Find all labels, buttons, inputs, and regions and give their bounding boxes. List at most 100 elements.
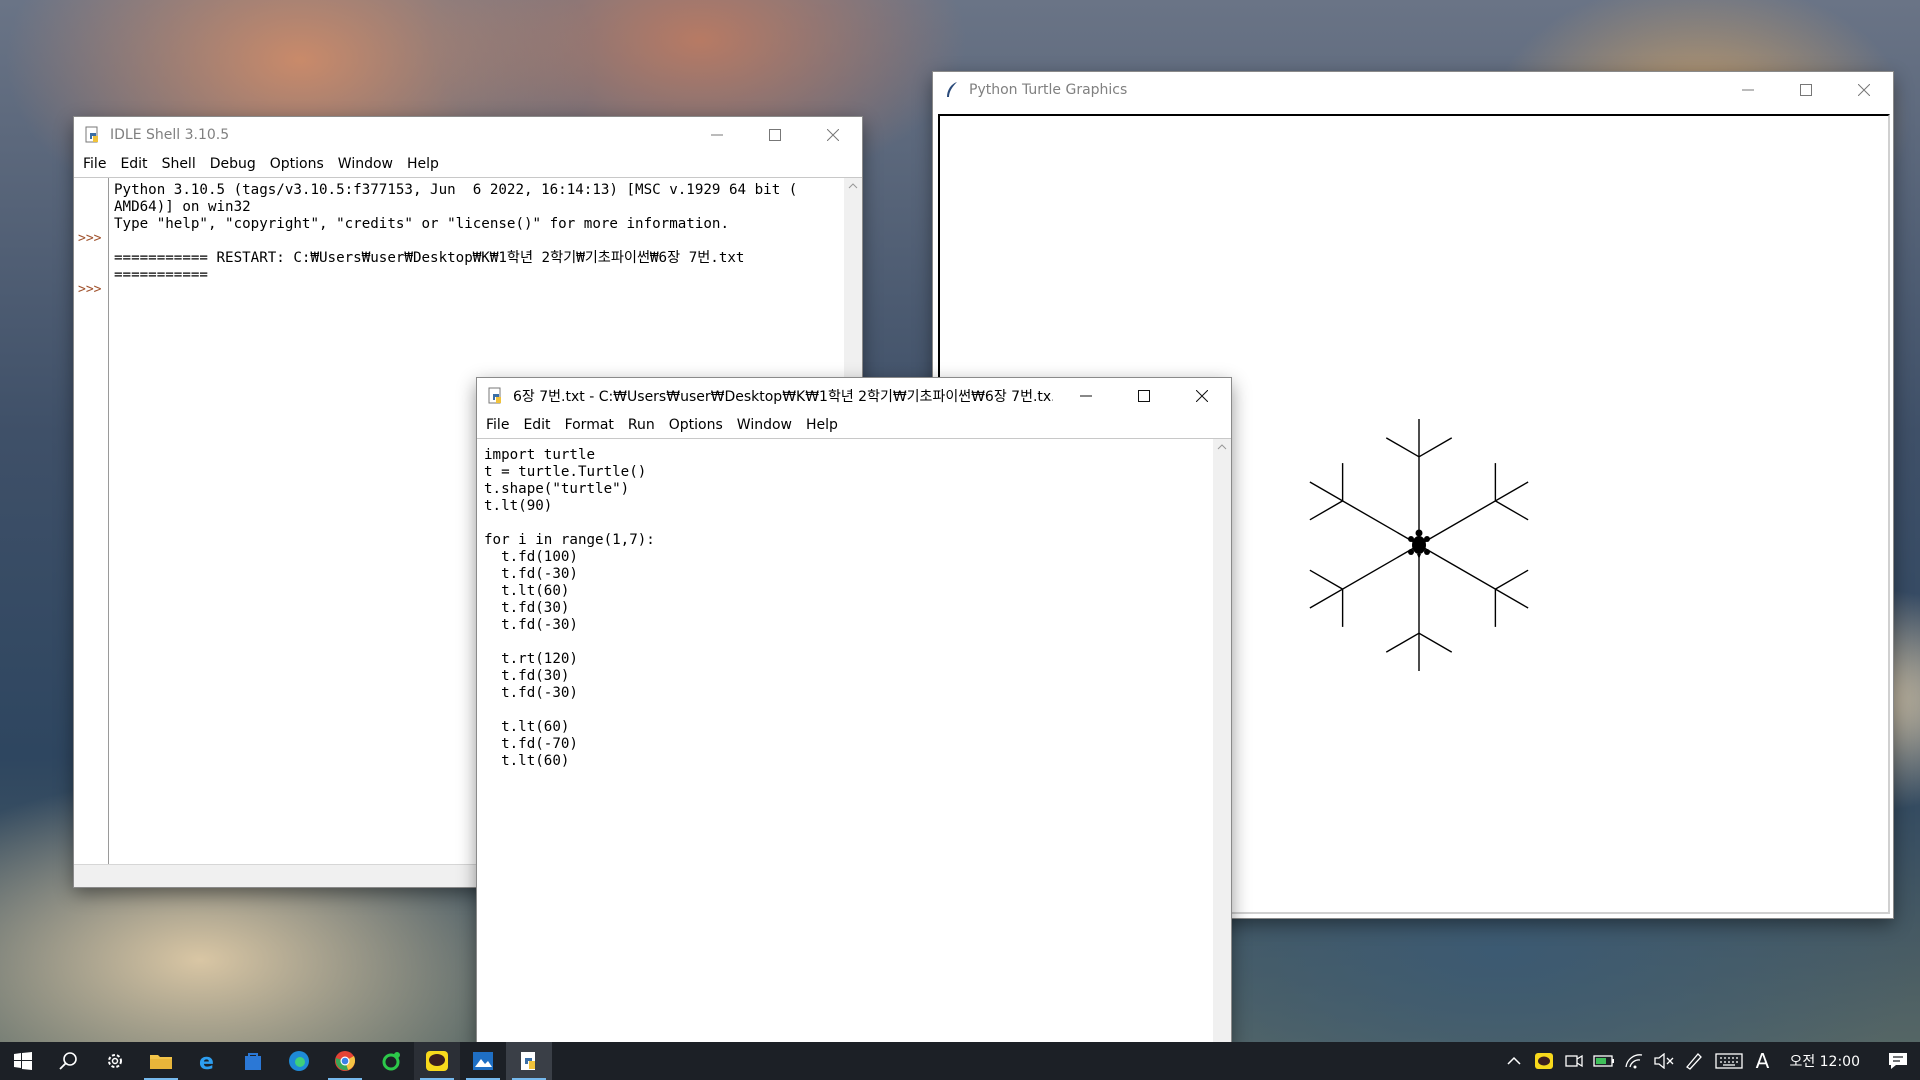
action-center-button[interactable]	[1876, 1042, 1920, 1080]
ime-mode[interactable]: A	[1749, 1042, 1775, 1080]
tray-battery[interactable]	[1589, 1042, 1619, 1080]
taskbar-file-explorer[interactable]	[138, 1042, 184, 1080]
shell-output[interactable]: Python 3.10.5 (tags/v3.10.5:f377153, Jun…	[114, 182, 842, 284]
menu-file[interactable]: File	[479, 417, 516, 433]
shell-line: AMD64)] on win32	[114, 199, 251, 215]
taskbar-edge[interactable]	[276, 1042, 322, 1080]
code-line: t.fd(-30)	[484, 566, 578, 582]
menu-edit[interactable]: Edit	[516, 417, 557, 433]
chrome-icon	[335, 1051, 356, 1071]
tray-network[interactable]	[1619, 1042, 1649, 1080]
code-line: for i in range(1,7):	[484, 532, 655, 548]
close-icon	[1196, 390, 1208, 402]
feather-icon	[947, 82, 957, 97]
edge-icon	[289, 1051, 309, 1071]
code-line: t.lt(60)	[484, 753, 570, 769]
menu-options[interactable]: Options	[662, 417, 730, 433]
taskbar-line-app[interactable]	[368, 1042, 414, 1080]
taskbar-photos[interactable]	[460, 1042, 506, 1080]
search-button[interactable]	[46, 1042, 92, 1080]
minimize-button[interactable]	[688, 117, 746, 153]
idle-shell-titlebar[interactable]: IDLE Shell 3.10.5	[74, 117, 862, 153]
menu-help[interactable]: Help	[400, 156, 446, 172]
maximize-button[interactable]	[1115, 378, 1173, 414]
snowflake-branch	[1385, 632, 1420, 653]
snowflake-arm	[1309, 481, 1420, 546]
taskbar-idle[interactable]	[506, 1042, 552, 1080]
taskbar-store[interactable]	[230, 1042, 276, 1080]
menu-help[interactable]: Help	[799, 417, 845, 433]
svg-text:e: e	[199, 1050, 214, 1072]
idle-shell-title: IDLE Shell 3.10.5	[110, 127, 230, 143]
maximize-button[interactable]	[1777, 72, 1835, 108]
editor-scrollbar[interactable]	[1213, 439, 1231, 1048]
minimize-icon	[1742, 89, 1754, 91]
scroll-up-icon[interactable]	[1213, 439, 1231, 455]
show-hidden-icons-button[interactable]	[1499, 1042, 1529, 1080]
kakaotalk-tray-icon	[1535, 1053, 1554, 1069]
editor-titlebar[interactable]: 6장 7번.txt - C:₩Users₩user₩Desktop₩K₩1학년 …	[477, 378, 1231, 414]
shell-line: Python 3.10.5 (tags/v3.10.5:f377153, Jun…	[114, 182, 798, 198]
code-line: t.fd(30)	[484, 600, 570, 616]
maximize-button[interactable]	[746, 117, 804, 153]
snowflake-branch	[1495, 569, 1529, 590]
menu-debug[interactable]: Debug	[203, 156, 263, 172]
menu-shell[interactable]: Shell	[155, 156, 203, 172]
code-line: t.fd(100)	[484, 549, 578, 565]
editor-text-area[interactable]: import turtle t = turtle.Turtle() t.shape(…	[477, 438, 1231, 1048]
idle-shell-menubar: File Edit Shell Debug Options Window Hel…	[74, 153, 862, 175]
tray-kakaotalk[interactable]	[1529, 1042, 1559, 1080]
tray-volume[interactable]	[1649, 1042, 1679, 1080]
tray-touch-keyboard[interactable]	[1709, 1042, 1749, 1080]
maximize-icon	[1800, 84, 1812, 96]
code-line: t.fd(-30)	[484, 617, 578, 633]
editor-code[interactable]: import turtle t = turtle.Turtle() t.shape(…	[484, 447, 655, 770]
tray-meet[interactable]	[1559, 1042, 1589, 1080]
snowflake-branch	[1309, 569, 1343, 590]
close-icon	[827, 129, 839, 141]
clock[interactable]: 오전 12:00	[1775, 1051, 1876, 1071]
prompt: >>>	[78, 282, 102, 297]
start-button[interactable]	[0, 1042, 46, 1080]
menu-file[interactable]: File	[76, 156, 113, 172]
snowflake-drawing	[1309, 419, 1529, 671]
menu-edit[interactable]: Edit	[113, 156, 154, 172]
chevron-up-icon	[1507, 1056, 1521, 1065]
settings-icon	[108, 1054, 122, 1068]
close-button[interactable]	[1835, 72, 1893, 108]
minimize-button[interactable]	[1057, 378, 1115, 414]
taskbar-internet-explorer[interactable]: e	[184, 1042, 230, 1080]
menu-run[interactable]: Run	[621, 417, 662, 433]
turtle-titlebar[interactable]: Python Turtle Graphics	[933, 72, 1893, 108]
code-line: t.lt(90)	[484, 498, 553, 514]
close-icon	[1858, 84, 1870, 96]
taskbar-chrome[interactable]	[322, 1042, 368, 1080]
internet-explorer-icon: e	[199, 1050, 214, 1072]
menu-window[interactable]: Window	[730, 417, 799, 433]
snowflake-branch	[1385, 437, 1420, 458]
editor-window[interactable]: 6장 7번.txt - C:₩Users₩user₩Desktop₩K₩1학년 …	[477, 378, 1231, 1048]
taskbar-kakaotalk[interactable]	[414, 1042, 460, 1080]
code-line: t.fd(-30)	[484, 685, 578, 701]
minimize-icon	[1080, 395, 1092, 397]
menu-options[interactable]: Options	[263, 156, 331, 172]
video-camera-icon	[1565, 1054, 1584, 1068]
menu-window[interactable]: Window	[331, 156, 400, 172]
python-file-icon	[85, 126, 98, 143]
taskbar-settings[interactable]	[92, 1042, 138, 1080]
minimize-button[interactable]	[1719, 72, 1777, 108]
snowflake-branch	[1495, 500, 1529, 521]
turtle-cursor-icon	[1408, 529, 1430, 559]
scroll-up-icon[interactable]	[844, 178, 862, 194]
maximize-icon	[1138, 390, 1150, 402]
menu-format[interactable]: Format	[558, 417, 621, 433]
close-button[interactable]	[1173, 378, 1231, 414]
taskbar: e A 오전 12:00	[0, 1042, 1920, 1080]
code-line: t.lt(60)	[484, 719, 570, 735]
tray-pen[interactable]	[1679, 1042, 1709, 1080]
shell-line: ===========	[114, 267, 208, 283]
close-button[interactable]	[804, 117, 862, 153]
code-line: t.rt(120)	[484, 651, 578, 667]
